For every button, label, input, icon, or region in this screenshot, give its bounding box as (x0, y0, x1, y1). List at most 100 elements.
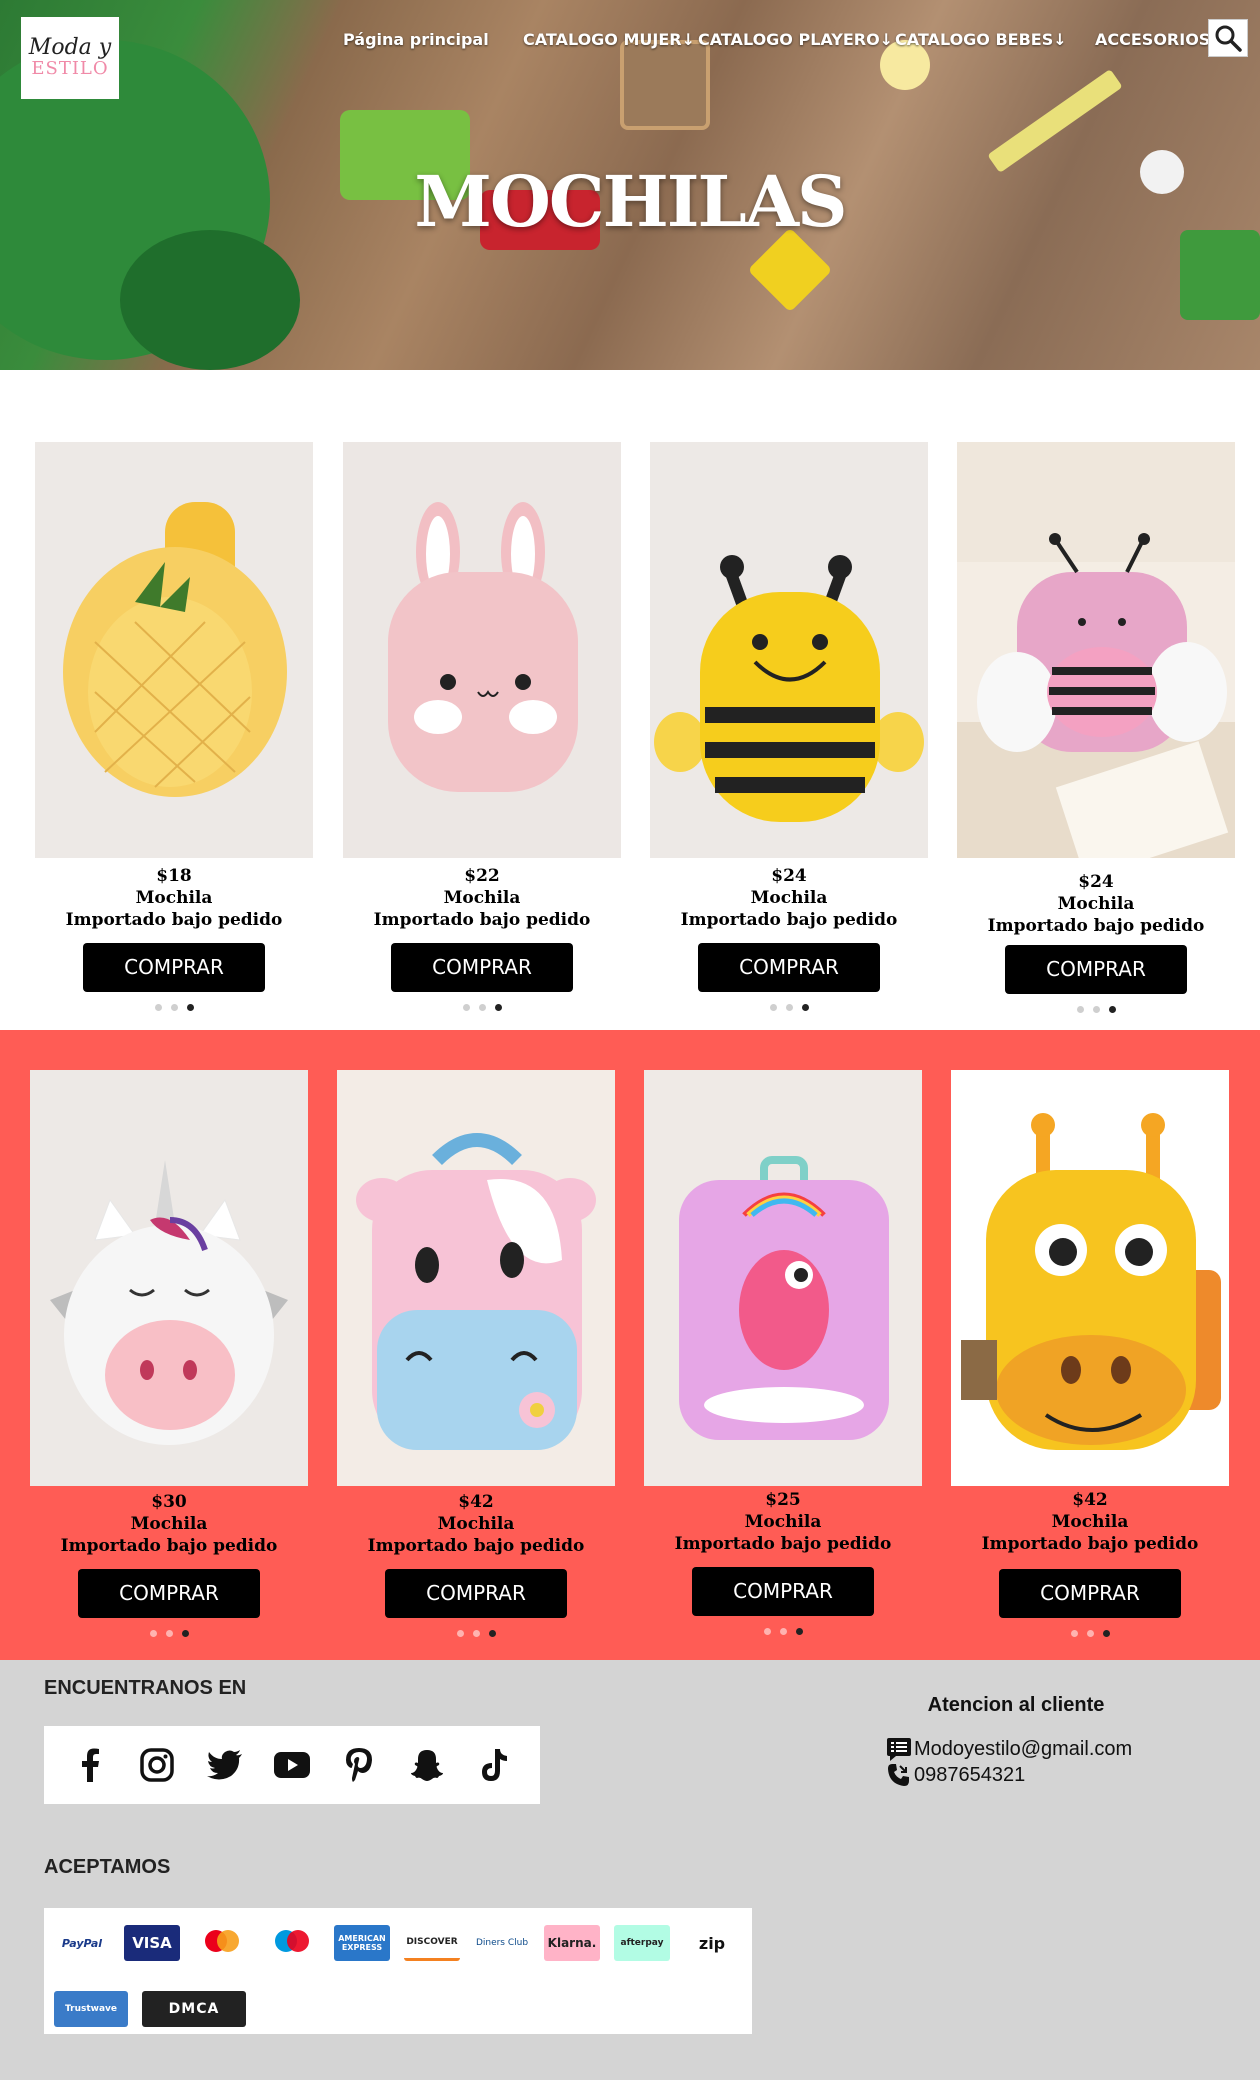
product-price: $25 (765, 1490, 801, 1510)
customer-service: Atencion al cliente Modoyestilo@gmail.co… (886, 1694, 1146, 1787)
search-icon (1215, 25, 1242, 52)
buy-button[interactable]: COMPRAR (391, 943, 573, 992)
product-card: $18 Mochila Importado bajo pedido COMPRA… (35, 442, 313, 1011)
tiktok-icon[interactable] (475, 1746, 513, 1784)
pinterest-icon[interactable] (340, 1746, 378, 1784)
product-image[interactable] (644, 1070, 922, 1486)
carousel-dot[interactable] (170, 1004, 178, 1011)
carousel-dot[interactable] (801, 1004, 809, 1011)
hero-decoration (987, 68, 1123, 174)
nav-item-accesorios[interactable]: ACCESORIOS↓ (1095, 30, 1225, 49)
carousel-dot[interactable] (763, 1628, 771, 1635)
carousel-dot[interactable] (779, 1628, 787, 1635)
carousel-dot[interactable] (769, 1004, 777, 1011)
search-button[interactable] (1208, 19, 1248, 57)
paypal-icon: PayPal (61, 1936, 103, 1950)
twitter-icon[interactable] (206, 1746, 244, 1784)
product-note: Importado bajo pedido (60, 1536, 278, 1556)
carousel-dots (337, 1630, 615, 1637)
social-heading: ENCUENTRANOS EN (44, 1677, 247, 1699)
dinosaur-backpack-icon (679, 1156, 889, 1440)
product-price: $18 (156, 866, 192, 886)
nav-item-catalogo-bebes[interactable]: CATALOGO BEBES↓ (895, 30, 1095, 49)
buy-button[interactable]: COMPRAR (999, 1569, 1181, 1618)
carousel-dot[interactable] (1102, 1630, 1110, 1637)
product-row-1: $18 Mochila Importado bajo pedido COMPRA… (0, 370, 1260, 1030)
carousel-dot[interactable] (181, 1630, 189, 1637)
product-card: $24 Mochila Importado bajo pedido COMPRA… (650, 442, 928, 1011)
carousel-dot[interactable] (488, 1630, 496, 1637)
carousel-dot[interactable] (1108, 1006, 1116, 1013)
phone-link[interactable]: 0987654321 (914, 1764, 1025, 1787)
instagram-icon[interactable] (138, 1746, 176, 1784)
carousel-dot[interactable] (462, 1004, 470, 1011)
product-note: Importado bajo pedido (367, 1536, 585, 1556)
carousel-dot[interactable] (1070, 1630, 1078, 1637)
buy-button[interactable]: COMPRAR (83, 943, 265, 992)
zip-icon: zip (698, 1933, 726, 1953)
product-name: Mochila (437, 1514, 515, 1534)
contact-email: Modoyestilo@gmail.com (886, 1737, 1146, 1761)
phone-icon (888, 1764, 909, 1786)
buy-button[interactable]: COMPRAR (385, 1569, 567, 1618)
bee-backpack-icon (654, 555, 924, 822)
email-link[interactable]: Modoyestilo@gmail.com (914, 1738, 1132, 1761)
brand-logo[interactable]: Moda y ESTILO (21, 17, 119, 99)
carousel-dot[interactable] (795, 1628, 803, 1635)
product-name: Mochila (750, 888, 828, 908)
product-image[interactable] (650, 442, 928, 858)
product-image[interactable] (337, 1070, 615, 1486)
buy-button[interactable]: COMPRAR (698, 943, 880, 992)
youtube-icon[interactable] (273, 1746, 311, 1784)
diners-club-icon: Diners Club (475, 1938, 529, 1948)
unicorn-backpack-icon (50, 1160, 288, 1445)
brand-logo-line2: ESTILO (31, 58, 109, 80)
carousel-dot[interactable] (154, 1004, 162, 1011)
carousel-dot[interactable] (1092, 1006, 1100, 1013)
nav-item-home[interactable]: Página principal (343, 30, 523, 49)
product-card: $24 Mochila Importado bajo pedido COMPRA… (957, 442, 1235, 1013)
payments-heading: ACEPTAMOS (44, 1856, 171, 1878)
product-note: Importado bajo pedido (680, 910, 898, 930)
nav-item-catalogo-mujer[interactable]: CATALOGO MUJER↓ (523, 30, 698, 49)
product-image[interactable] (30, 1070, 308, 1486)
carousel-dot[interactable] (494, 1004, 502, 1011)
pineapple-backpack-icon (63, 502, 287, 797)
product-name: Mochila (443, 888, 521, 908)
dmca-icon: DMCA (142, 1991, 246, 2027)
discover-icon: DISCOVER (404, 1925, 460, 1961)
buy-button[interactable]: COMPRAR (1005, 945, 1187, 994)
carousel-dot[interactable] (1086, 1630, 1094, 1637)
visa-icon: VISA (124, 1925, 180, 1961)
carousel-dot[interactable] (785, 1004, 793, 1011)
product-card: $30 Mochila Importado bajo pedido COMPRA… (30, 1070, 308, 1637)
product-name: Mochila (744, 1512, 822, 1532)
hero-banner: Moda y ESTILO Página principal CATALOGO … (0, 0, 1260, 370)
carousel-dot[interactable] (149, 1630, 157, 1637)
buy-button[interactable]: COMPRAR (78, 1569, 260, 1618)
product-note: Importado bajo pedido (373, 910, 591, 930)
product-image[interactable] (35, 442, 313, 858)
facebook-icon[interactable] (71, 1746, 109, 1784)
product-image[interactable] (951, 1070, 1229, 1486)
giraffe-backpack-icon (961, 1113, 1221, 1450)
product-price: $42 (458, 1492, 494, 1512)
snapchat-icon[interactable] (408, 1746, 446, 1784)
carousel-dot[interactable] (472, 1630, 480, 1637)
buy-button[interactable]: COMPRAR (692, 1567, 874, 1616)
carousel-dot[interactable] (478, 1004, 486, 1011)
product-note: Importado bajo pedido (987, 916, 1205, 936)
product-image[interactable] (343, 442, 621, 858)
payment-methods: PayPal VISA AMERICAN EXPRESS DISCOVER Di… (44, 1908, 752, 2034)
carousel-dot[interactable] (456, 1630, 464, 1637)
carousel-dot[interactable] (1076, 1006, 1084, 1013)
carousel-dot[interactable] (165, 1630, 173, 1637)
nav-item-catalogo-playero[interactable]: CATALOGO PLAYERO↓ (698, 30, 895, 49)
product-price: $42 (1072, 1490, 1108, 1510)
product-card: $25 Mochila Importado bajo pedido COMPRA… (644, 1070, 922, 1635)
product-row-2: $30 Mochila Importado bajo pedido COMPRA… (0, 1030, 1260, 1660)
product-image[interactable] (957, 442, 1235, 858)
product-name: Mochila (135, 888, 213, 908)
trustwave-icon: Trustwave (54, 1991, 128, 2027)
carousel-dot[interactable] (186, 1004, 194, 1011)
